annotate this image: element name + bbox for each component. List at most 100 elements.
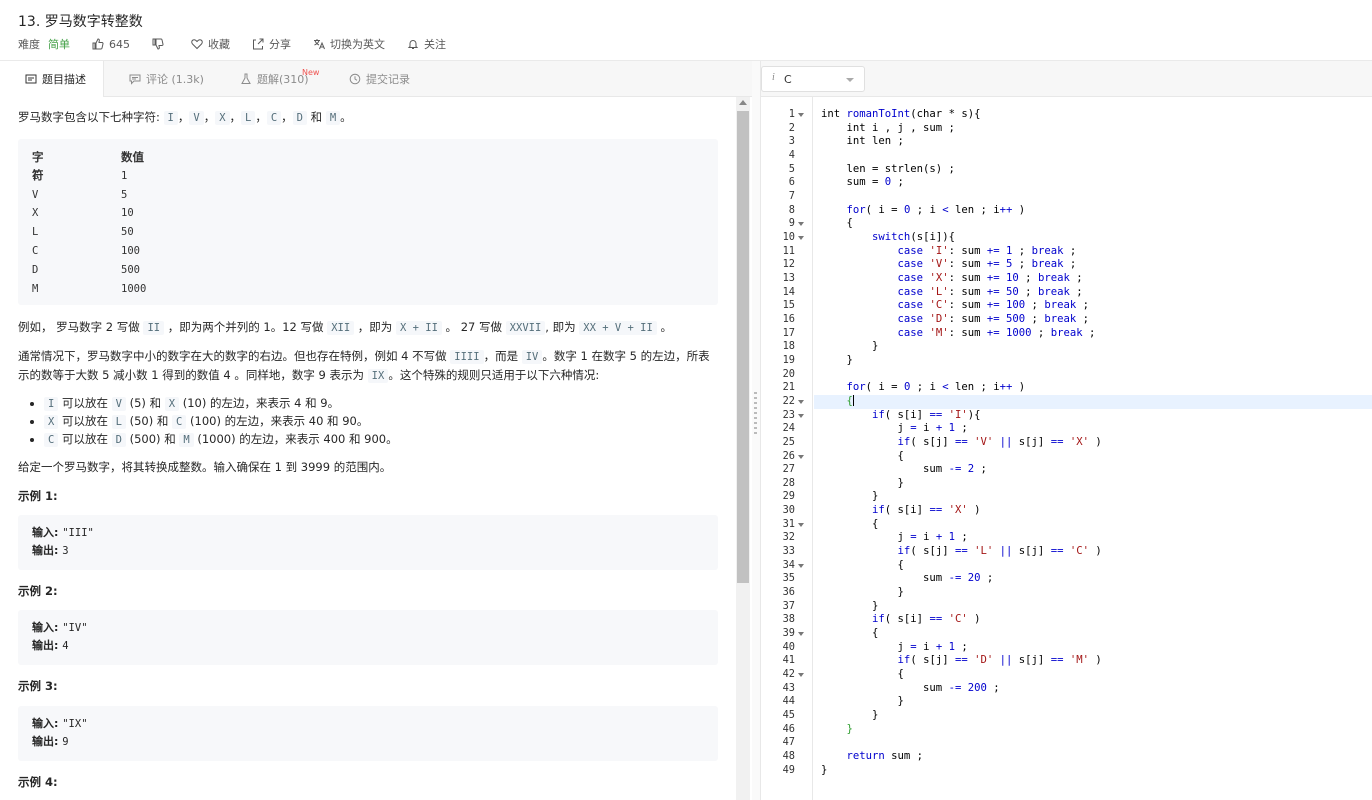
code-line[interactable]: if( s[j] == 'L' || s[j] == 'C' ) [821, 545, 1102, 559]
code-line[interactable]: sum = 0 ; [821, 176, 904, 190]
code-editor[interactable]: 1 2 3 4 5 6 7 8 9 10 11 12 13 14 15 16 17 18 19 20 21 22 23 24 2… [761, 97, 1372, 800]
code-line[interactable]: } [821, 764, 827, 778]
description-scrollbar[interactable] [736, 97, 750, 800]
code-line[interactable]: case 'X': sum += 10 ; break ; [821, 272, 1083, 286]
favorite-button[interactable]: 收藏 [191, 36, 230, 52]
line-number: 42 [782, 668, 795, 681]
fold-arrow-icon[interactable] [798, 454, 804, 459]
code-line[interactable]: } [821, 600, 878, 614]
scroll-up-arrow-icon[interactable] [739, 100, 747, 105]
line-number: 2 [788, 121, 795, 134]
problem-panel: 题目描述 评论 (1.3k) 题解(310) New 提交记录 罗马数字包含以下… [0, 61, 752, 800]
line-number: 4 [788, 148, 795, 161]
favorite-label: 收藏 [208, 38, 230, 51]
code-line[interactable]: sum -= 2 ; [821, 463, 987, 477]
code-line[interactable]: } [821, 490, 878, 504]
code-line[interactable]: int i , j , sum ; [821, 122, 955, 136]
code-line[interactable]: } [821, 586, 904, 600]
fold-arrow-icon[interactable] [798, 673, 804, 678]
tab-comments[interactable]: 评论 (1.3k) [129, 61, 204, 96]
language-select[interactable]: i C [761, 66, 865, 92]
share-label: 分享 [269, 38, 291, 51]
fold-arrow-icon[interactable] [798, 399, 804, 404]
fold-arrow-icon[interactable] [798, 222, 804, 227]
line-number: 26 [782, 449, 795, 462]
line-number-gutter: 1 2 3 4 5 6 7 8 9 10 11 12 13 14 15 16 17 18 19 20 21 22 23 24 2… [761, 97, 813, 800]
code-line[interactable]: j = i + 1 ; [821, 641, 968, 655]
fold-arrow-icon[interactable] [798, 413, 804, 418]
drag-handle-icon [754, 392, 757, 434]
code-line[interactable]: int romanToInt(char * s){ [821, 108, 980, 122]
example-paragraph: 例如， 罗马数字 2 写做 II ，即为两个并列的 1。12 写做 XII ，即… [18, 320, 672, 335]
code-line[interactable]: { [821, 627, 878, 641]
code-line[interactable]: { [821, 395, 854, 409]
line-number: 44 [782, 695, 795, 708]
like-button[interactable]: 645 [92, 38, 130, 51]
line-number: 10 [782, 230, 795, 243]
fold-arrow-icon[interactable] [798, 563, 804, 568]
code-line[interactable]: case 'V': sum += 5 ; break ; [821, 258, 1077, 272]
text-cursor [852, 395, 854, 407]
code-line[interactable]: j = i + 1 ; [821, 422, 968, 436]
code-line[interactable]: return sum ; [821, 750, 924, 764]
code-line[interactable]: case 'L': sum += 50 ; break ; [821, 286, 1083, 300]
clock-icon [349, 73, 361, 85]
tab-comments-label: 评论 (1.3k) [146, 72, 204, 86]
symbol-code: V [189, 111, 204, 125]
tab-solutions[interactable]: 题解(310) [240, 61, 309, 96]
tab-submissions[interactable]: 提交记录 [349, 61, 410, 96]
code-line[interactable]: } [821, 340, 878, 354]
code-line[interactable]: } [821, 354, 853, 368]
code-line[interactable]: if( s[i] == 'C' ) [821, 613, 980, 627]
code-line[interactable]: } [821, 723, 853, 737]
code-line[interactable]: len = strlen(s) ; [821, 163, 955, 177]
code-line[interactable]: switch(s[i]){ [821, 231, 955, 245]
share-button[interactable]: 分享 [252, 36, 291, 52]
code-line[interactable]: for( i = 0 ; i < len ; i++ ) [821, 204, 1026, 218]
code-line[interactable]: j = i + 1 ; [821, 531, 968, 545]
follow-button[interactable]: 关注 [407, 36, 446, 52]
panel-resize-handle[interactable] [752, 61, 760, 800]
code-line[interactable]: int len ; [821, 135, 904, 149]
code-line[interactable]: { [821, 559, 904, 573]
line-number: 21 [782, 381, 795, 394]
code-line[interactable]: case 'C': sum += 100 ; break ; [821, 299, 1089, 313]
tab-description[interactable]: 题目描述 [0, 61, 104, 97]
code-line[interactable]: { [821, 518, 878, 532]
code-line[interactable]: { [821, 668, 904, 682]
code-line[interactable]: if( s[i] == 'I'){ [821, 409, 980, 423]
line-number: 28 [782, 476, 795, 489]
fold-arrow-icon[interactable] [798, 235, 804, 240]
code-line[interactable]: { [821, 450, 904, 464]
code-line[interactable]: sum -= 200 ; [821, 682, 1000, 696]
dislike-button[interactable] [152, 38, 169, 50]
example-label: 示例 4: [18, 775, 58, 789]
code-line[interactable]: } [821, 477, 904, 491]
code-line[interactable]: for( i = 0 ; i < len ; i++ ) [821, 381, 1026, 395]
active-line-highlight [814, 394, 1372, 409]
line-number: 32 [782, 531, 795, 544]
symbol-code: D [292, 111, 307, 125]
bell-icon [407, 38, 419, 50]
switch-language-button[interactable]: 切换为英文 [313, 36, 385, 52]
code-line[interactable]: } [821, 709, 878, 723]
list-item: X 可以放在 L (50) 和 C (100) 的左边，来表示 40 和 90。 [44, 412, 714, 430]
code-line[interactable]: case 'I': sum += 1 ; break ; [821, 245, 1077, 259]
scrollbar-thumb[interactable] [737, 111, 749, 583]
code-line[interactable]: { [821, 217, 853, 231]
code-line[interactable]: sum -= 20 ; [821, 572, 993, 586]
fold-arrow-icon[interactable] [798, 113, 804, 117]
code-line[interactable]: case 'D': sum += 500 ; break ; [821, 313, 1089, 327]
code-line[interactable]: if( s[j] == 'D' || s[j] == 'M' ) [821, 654, 1102, 668]
tab-solutions-label: 题解(310) [257, 72, 309, 86]
code-line[interactable]: if( s[i] == 'X' ) [821, 504, 980, 518]
line-number: 39 [782, 627, 795, 640]
fold-arrow-icon[interactable] [798, 522, 804, 527]
line-number: 22 [782, 394, 795, 407]
code-line[interactable]: case 'M': sum += 1000 ; break ; [821, 327, 1096, 341]
line-number: 15 [782, 299, 795, 312]
code-line[interactable]: if( s[j] == 'V' || s[j] == 'X' ) [821, 436, 1102, 450]
fold-arrow-icon[interactable] [798, 632, 804, 637]
code-line[interactable]: } [821, 695, 904, 709]
line-number: 45 [782, 709, 795, 722]
